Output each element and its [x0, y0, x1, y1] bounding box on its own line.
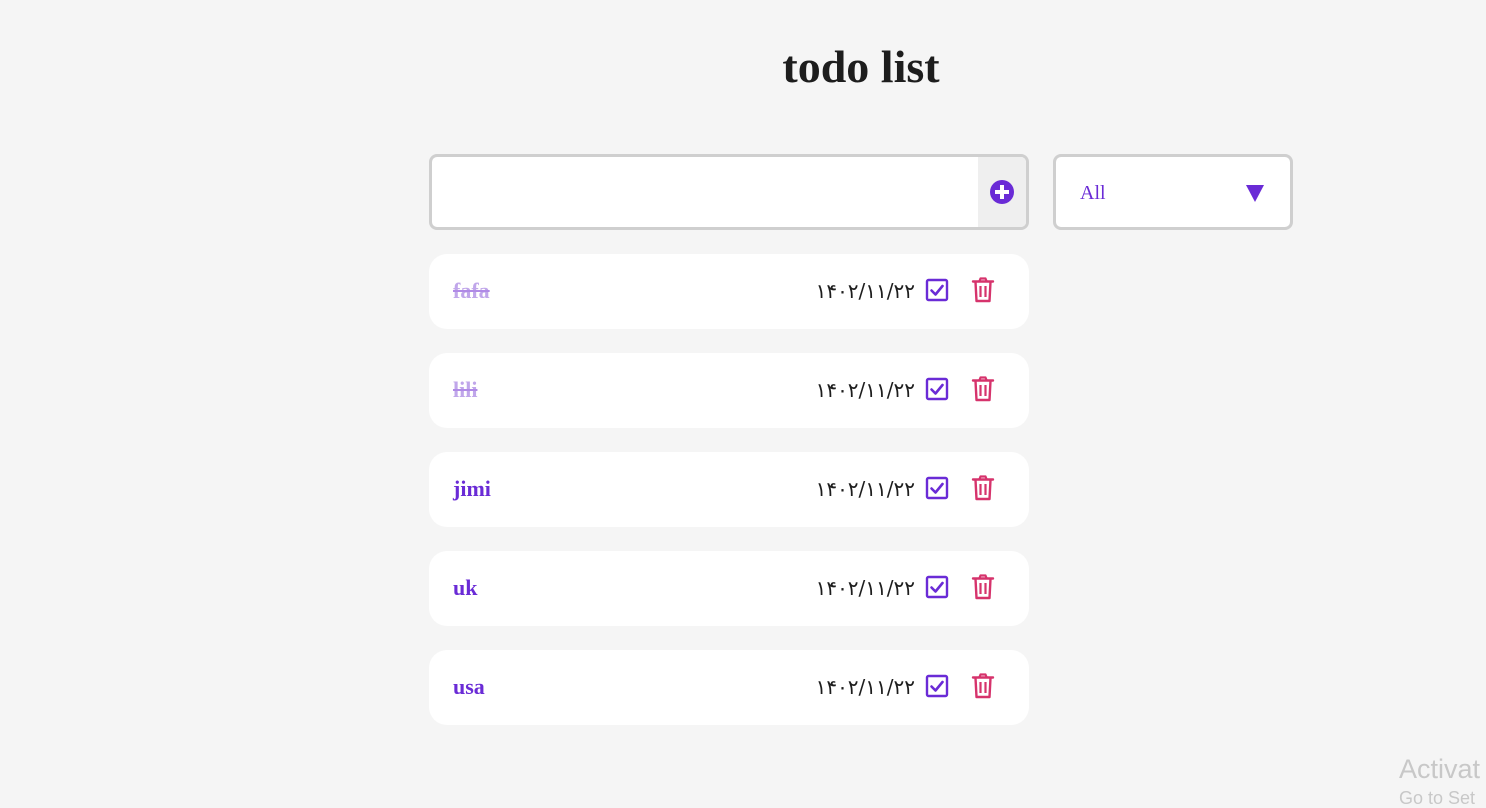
triangle-down-icon: [1246, 185, 1264, 202]
checkbox-checked-icon[interactable]: [925, 377, 949, 401]
checkbox-checked-icon[interactable]: [925, 674, 949, 698]
trash-icon[interactable]: [971, 673, 995, 699]
checkbox-checked-icon[interactable]: [925, 476, 949, 500]
trash-icon[interactable]: [971, 376, 995, 402]
todo-text: usa: [453, 674, 485, 699]
plus-circle-icon: [990, 180, 1014, 204]
todo-item: jimi ۱۴۰۲/۱۱/۲۲: [429, 452, 1029, 527]
todo-item: fafa ۱۴۰۲/۱۱/۲۲: [429, 254, 1029, 329]
filter-selected-value: All: [1080, 182, 1106, 204]
page-title: todo list: [782, 41, 940, 92]
add-button[interactable]: [978, 157, 1026, 227]
todo-list: fafa ۱۴۰۲/۱۱/۲۲ lili ۱۴۰۲/۱۱/۲۲ jimi ۱۴۰…: [429, 254, 1029, 749]
todo-text: uk: [453, 575, 478, 600]
filter-select[interactable]: All: [1053, 154, 1293, 230]
checkbox-checked-icon[interactable]: [925, 278, 949, 302]
checkbox-checked-icon[interactable]: [925, 575, 949, 599]
trash-icon[interactable]: [971, 475, 995, 501]
todo-item: usa ۱۴۰۲/۱۱/۲۲: [429, 650, 1029, 725]
watermark-title: Activat: [1399, 754, 1481, 784]
todo-date: ۱۴۰۲/۱۱/۲۲: [815, 477, 915, 501]
todo-text: lili: [453, 377, 478, 402]
todo-item: lili ۱۴۰۲/۱۱/۲۲: [429, 353, 1029, 428]
todo-date: ۱۴۰۲/۱۱/۲۲: [815, 675, 915, 699]
todo-text: jimi: [453, 476, 491, 501]
todo-date: ۱۴۰۲/۱۱/۲۲: [815, 378, 915, 402]
todo-input[interactable]: [432, 157, 978, 227]
todo-date: ۱۴۰۲/۱۱/۲۲: [815, 576, 915, 600]
todo-item: uk ۱۴۰۲/۱۱/۲۲: [429, 551, 1029, 626]
todo-text: fafa: [453, 278, 490, 303]
add-todo-form: [429, 154, 1029, 230]
todo-date: ۱۴۰۲/۱۱/۲۲: [815, 279, 915, 303]
watermark-subtitle: Go to Set: [1399, 788, 1476, 808]
trash-icon[interactable]: [971, 574, 995, 600]
trash-icon[interactable]: [971, 277, 995, 303]
activation-watermark: Activat Go to Set: [1399, 752, 1480, 808]
todo-app: todo list All fafa ۱۴۰۲/۱۱/۲۲ lili ۱۴۰۲/…: [0, 0, 1486, 808]
